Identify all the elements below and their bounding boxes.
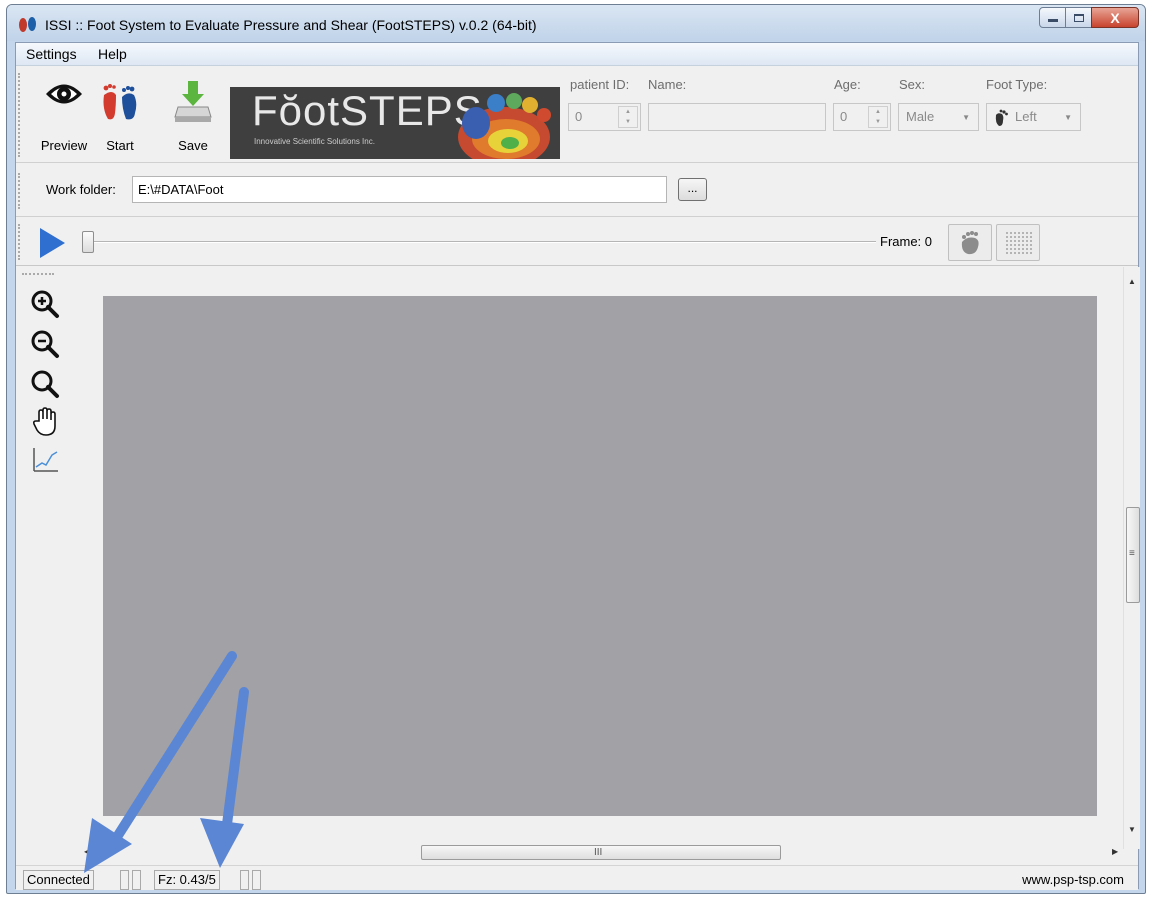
client-area: Settings Help Preview Start Save FŏotSTE… <box>15 42 1140 890</box>
scroll-grip-icon: III <box>594 847 603 858</box>
toolbar-grip[interactable] <box>18 173 21 209</box>
save-drive-icon <box>174 81 212 122</box>
frame-slider-handle[interactable] <box>82 231 94 253</box>
foot-type-value: Left <box>1015 109 1037 124</box>
sex-value: Male <box>906 109 935 124</box>
force-status: Fz: 0.43/5 <box>154 870 220 890</box>
window-controls: X <box>1039 7 1139 29</box>
horizontal-scroll-thumb[interactable]: III <box>421 845 781 860</box>
toolbar-grip[interactable] <box>18 224 21 260</box>
status-divider <box>132 870 141 890</box>
name-field[interactable] <box>648 103 826 131</box>
start-label: Start <box>106 138 134 153</box>
play-icon[interactable] <box>40 228 65 258</box>
footsteps-logo: FŏotSTEPS Innovative Scientific Solution… <box>230 87 560 159</box>
spin-arrows-icon[interactable]: ▲ ▼ <box>618 106 638 128</box>
minimize-button[interactable] <box>1039 7 1066 28</box>
zoom-out-icon[interactable] <box>30 329 60 359</box>
preview-label: Preview <box>40 138 88 153</box>
chevron-down-icon: ▼ <box>962 113 970 122</box>
scroll-up-icon[interactable]: ▲ <box>1128 277 1136 286</box>
dot-grid-icon <box>1005 231 1033 255</box>
status-divider <box>252 870 261 890</box>
playback-bar: Frame: 0 <box>16 218 1138 266</box>
connection-status: Connected <box>23 870 94 890</box>
status-divider <box>120 870 129 890</box>
plot-chart-icon[interactable] <box>30 445 60 475</box>
work-folder-bar: Work folder: E:\#DATA\Foot ... <box>16 165 1138 217</box>
menu-help[interactable]: Help <box>94 46 131 62</box>
scroll-grip-icon: ≡ <box>1129 548 1135 559</box>
pressure-map-foot-icon <box>458 93 551 159</box>
menu-settings[interactable]: Settings <box>22 46 81 62</box>
scroll-right-icon[interactable]: ▶ <box>1112 847 1118 856</box>
website-link[interactable]: www.psp-tsp.com <box>1022 872 1124 887</box>
foot-print-icon <box>961 231 979 255</box>
window-title: ISSI :: Foot System to Evaluate Pressure… <box>45 17 537 33</box>
save-button[interactable]: Save <box>170 71 216 157</box>
feet-app-icon <box>19 17 36 32</box>
logo-subtitle: Innovative Scientific Solutions Inc. <box>254 137 375 146</box>
status-bar: Connected Fz: 0.43/5 www.psp-tsp.com <box>16 865 1138 890</box>
frame-counter: Frame: 0 <box>880 234 933 249</box>
logo-title: FŏotSTEPS <box>252 87 483 134</box>
main-toolbar: Preview Start Save FŏotSTEPS Innovative … <box>16 67 1138 163</box>
eye-icon <box>46 84 82 104</box>
scroll-left-icon[interactable]: ◀ <box>84 847 90 856</box>
side-toolbar <box>16 267 68 864</box>
name-label: Name: <box>648 77 687 92</box>
horizontal-scrollbar[interactable]: ◀ III ▶ <box>68 843 1123 861</box>
status-divider <box>240 870 249 890</box>
maximize-button[interactable] <box>1065 7 1092 28</box>
app-window: ISSI :: Foot System to Evaluate Pressure… <box>6 4 1146 894</box>
grid-view-button[interactable] <box>996 224 1040 261</box>
menu-bar: Settings Help <box>16 43 1138 66</box>
patient-id-spinbox[interactable]: 0 ▲ ▼ <box>568 103 641 131</box>
minimize-icon <box>1047 19 1058 22</box>
close-button[interactable]: X <box>1091 7 1139 28</box>
chevron-down-icon: ▼ <box>1064 113 1072 122</box>
scroll-down-icon[interactable]: ▼ <box>1128 825 1136 834</box>
browse-folder-button[interactable]: ... <box>678 178 707 201</box>
vertical-scroll-thumb[interactable]: ≡ <box>1126 507 1140 603</box>
save-label: Save <box>178 138 208 153</box>
foot-type-select[interactable]: Left ▼ <box>986 103 1081 131</box>
sex-select[interactable]: Male ▼ <box>898 103 979 131</box>
frame-slider-track[interactable] <box>84 241 876 243</box>
work-folder-label: Work folder: <box>46 182 116 197</box>
spin-arrows-icon[interactable]: ▲ ▼ <box>868 106 888 128</box>
toolbar-grip[interactable] <box>18 73 21 157</box>
work-folder-input[interactable]: E:\#DATA\Foot <box>132 176 667 203</box>
zoom-fit-icon[interactable] <box>30 369 60 399</box>
foot-type-label: Foot Type: <box>986 77 1048 92</box>
zoom-in-icon[interactable] <box>30 289 60 319</box>
pressure-canvas[interactable] <box>103 296 1097 816</box>
age-value: 0 <box>840 109 848 124</box>
vertical-scrollbar[interactable]: ▲ ≡ ▼ <box>1123 267 1140 849</box>
preview-button[interactable]: Preview <box>38 71 90 157</box>
work-folder-value: E:\#DATA\Foot <box>138 182 224 197</box>
left-foot-icon <box>995 109 1008 126</box>
toolbar-grip[interactable] <box>22 273 54 275</box>
feet-icon <box>103 84 137 120</box>
foot-view-button[interactable] <box>948 224 992 261</box>
maximize-icon <box>1073 13 1084 22</box>
age-spinbox[interactable]: 0 ▲ ▼ <box>833 103 891 131</box>
patient-id-label: patient ID: <box>570 77 630 92</box>
age-label: Age: <box>834 77 861 92</box>
patient-id-value: 0 <box>575 109 583 124</box>
start-button[interactable]: Start <box>98 71 142 157</box>
title-bar[interactable]: ISSI :: Foot System to Evaluate Pressure… <box>7 5 1145 41</box>
sex-label: Sex: <box>899 77 926 92</box>
pan-hand-icon[interactable] <box>30 407 60 437</box>
